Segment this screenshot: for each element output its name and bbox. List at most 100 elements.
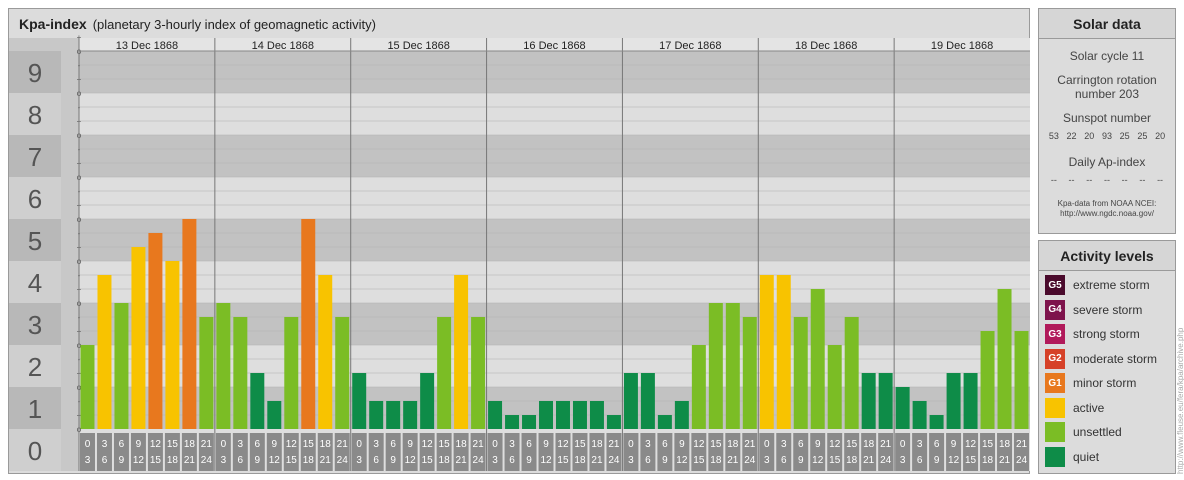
hour-start: 9 [272, 439, 278, 450]
kp-bar [708, 303, 723, 429]
hour-start: 3 [238, 439, 244, 450]
hour-start: 9 [815, 439, 821, 450]
kp-bar [233, 316, 248, 429]
kp-bar [148, 232, 163, 429]
y-tick-label: 3 [28, 310, 42, 340]
hour-end: 21 [184, 455, 196, 466]
hour-end: 24 [1016, 455, 1028, 466]
hour-end: 6 [238, 455, 244, 466]
hour-end: 15 [422, 455, 434, 466]
hour-start: 9 [679, 439, 685, 450]
kp-bar [793, 316, 808, 429]
legend-label: severe storm [1073, 302, 1143, 317]
kp-bar [471, 316, 486, 429]
y-tick-label: 1 [28, 394, 42, 424]
hour-end: 21 [591, 455, 603, 466]
hour-end: 6 [373, 455, 379, 466]
hour-end: 12 [540, 455, 552, 466]
kp-bar [488, 400, 503, 429]
y-tick-label: 2 [28, 352, 42, 382]
legend-label: extreme storm [1073, 278, 1150, 293]
kp-bar [878, 373, 893, 429]
kp-bar [454, 274, 469, 429]
kp-bar [403, 400, 418, 429]
kp-bar [691, 345, 706, 429]
legend-swatch: G3 [1045, 324, 1065, 345]
legend-item: quiet [1039, 445, 1175, 470]
hour-start: 6 [119, 439, 125, 450]
kp-bar [946, 373, 961, 429]
hour-start: 12 [150, 439, 162, 450]
legend-label: strong storm [1073, 327, 1140, 342]
hour-start: 0 [492, 439, 498, 450]
hour-end: 24 [473, 455, 485, 466]
solar-data-title: Solar data [1039, 9, 1175, 39]
band-4 [79, 261, 1030, 303]
hour-start: 15 [303, 439, 315, 450]
kp-bar [318, 274, 333, 429]
legend-label: quiet [1073, 449, 1100, 464]
legend-item: unsettled [1039, 420, 1175, 445]
hour-start: 9 [407, 439, 413, 450]
hour-start: 6 [798, 439, 804, 450]
kp-bar [131, 247, 146, 429]
hour-end: 3 [492, 455, 498, 466]
hour-end: 24 [201, 455, 213, 466]
kp-bar [963, 373, 978, 429]
sunspot-label: Sunspot number [1062, 111, 1152, 125]
kp-bar [844, 316, 859, 429]
hour-start: 3 [645, 439, 651, 450]
legend-label: unsettled [1073, 425, 1122, 440]
ap-label: Daily Ap-index [1068, 155, 1146, 169]
legend-item: G3 strong storm [1039, 322, 1175, 347]
kp-bar [895, 387, 910, 429]
kp-bar [929, 415, 944, 429]
kp-bar [912, 400, 927, 429]
day-label: 18 Dec 1868 [795, 40, 857, 52]
sunspot-value: 93 [1101, 131, 1112, 141]
sunspot-value: 53 [1048, 131, 1059, 141]
hour-end: 18 [846, 455, 858, 466]
hour-start: 6 [662, 439, 668, 450]
hour-end: 24 [880, 455, 892, 466]
kp-bar [980, 331, 995, 429]
hour-start: 21 [473, 439, 485, 450]
hour-end: 6 [509, 455, 515, 466]
hour-end: 15 [286, 455, 298, 466]
kp-bar [369, 400, 384, 429]
hour-end: 3 [900, 455, 906, 466]
kp-bar [284, 316, 299, 429]
kp-bar [165, 261, 180, 429]
hour-end: 15 [829, 455, 841, 466]
hour-end: 6 [917, 455, 923, 466]
hour-start: 0 [221, 439, 227, 450]
kp-bar [861, 373, 876, 429]
hour-end: 21 [727, 455, 739, 466]
hour-start: 21 [880, 439, 892, 450]
chart-title-main: Kpa-index [19, 16, 87, 32]
hour-end: 15 [557, 455, 569, 466]
hour-start: 15 [167, 439, 179, 450]
kp-bar [776, 274, 791, 429]
legend-swatch: G5 [1045, 275, 1065, 296]
ap-value: -- [1086, 175, 1093, 185]
hour-start: 9 [951, 439, 957, 450]
day-label: 19 Dec 1868 [931, 40, 993, 52]
hour-start: 18 [591, 439, 603, 450]
hour-start: 0 [900, 439, 906, 450]
hour-start: 18 [320, 439, 332, 450]
hour-start: 21 [744, 439, 756, 450]
kp-bar [437, 316, 452, 429]
data-source-line1: Kpa-data from NOAA NCEI: [1057, 199, 1157, 208]
hour-start: 0 [85, 439, 91, 450]
hour-end: 15 [965, 455, 977, 466]
hour-end: 6 [645, 455, 651, 466]
kp-bar [216, 303, 231, 429]
legend-swatch: G2 [1045, 348, 1065, 369]
kp-bar [250, 373, 265, 429]
legend-swatch [1045, 422, 1065, 443]
hour-end: 18 [574, 455, 586, 466]
hour-end: 21 [863, 455, 875, 466]
hour-start: 21 [337, 439, 349, 450]
hour-end: 9 [119, 455, 125, 466]
